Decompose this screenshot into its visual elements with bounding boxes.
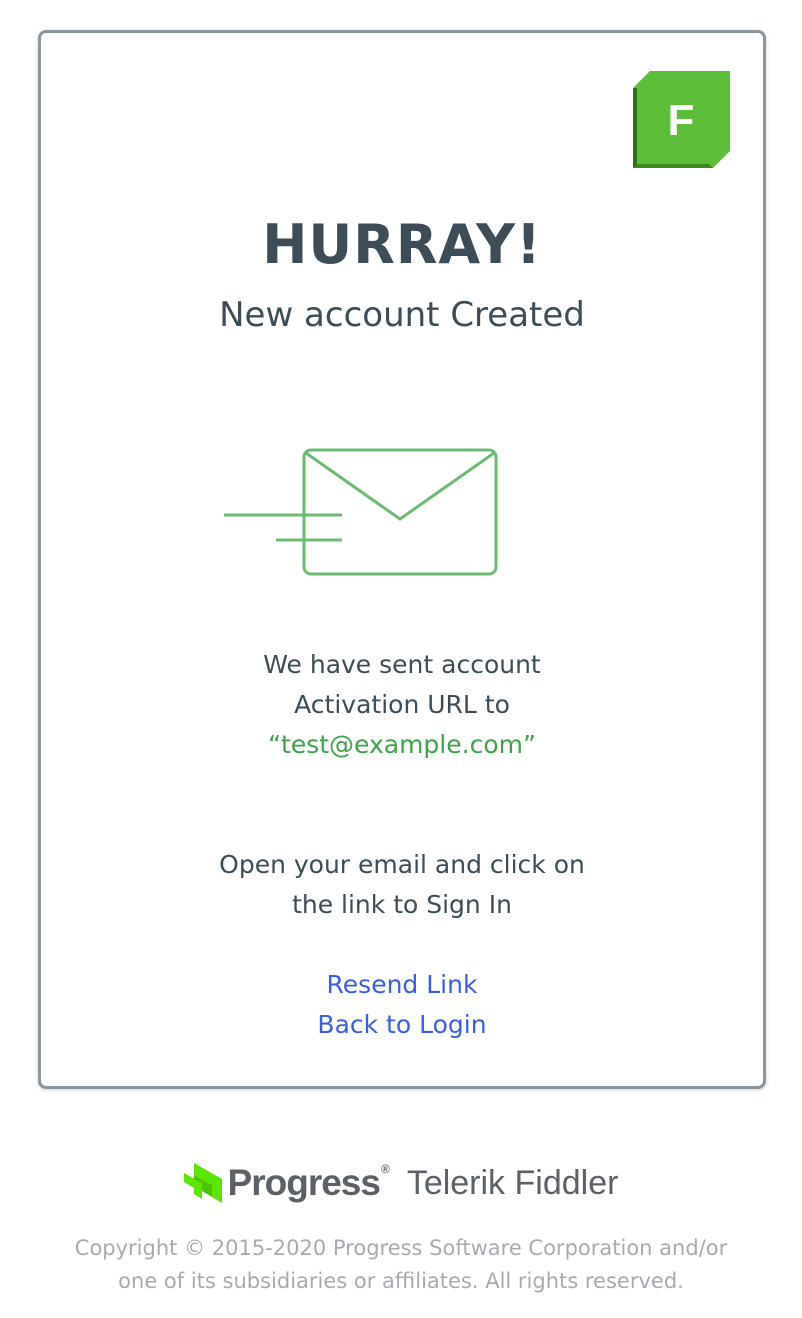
- product-name: Telerik Fiddler: [406, 1163, 619, 1202]
- confirmation-card: F HURRAY! New account Created We have se…: [38, 30, 766, 1089]
- company-name: Progress: [227, 1162, 381, 1203]
- footer-brand: Progress® Telerik Fiddler: [0, 1158, 802, 1208]
- action-links: Resend Link Back to Login: [41, 965, 763, 1045]
- recipient-email: “test@example.com”: [268, 730, 536, 759]
- copyright-line-1: Copyright © 2015-2020 Progress Software …: [74, 1236, 728, 1260]
- registered-mark: ®: [380, 1162, 390, 1176]
- page-title: HURRAY!: [262, 213, 542, 276]
- fiddler-logo-letter: F: [668, 96, 695, 145]
- envelope-sent-icon: [224, 448, 498, 576]
- message-line-2: Activation URL to: [294, 690, 510, 719]
- activation-sent-message: We have sent account Activation URL to “…: [41, 645, 763, 765]
- instructions-line-1: Open your email and click on: [219, 850, 585, 879]
- page-subtitle: New account Created: [219, 295, 585, 335]
- progress-logo: Progress®: [183, 1162, 390, 1204]
- progress-chevron-icon: [183, 1163, 222, 1203]
- progress-wordmark: Progress®: [227, 1162, 390, 1204]
- resend-link[interactable]: Resend Link: [41, 965, 763, 1005]
- sign-in-instructions: Open your email and click on the link to…: [41, 845, 763, 925]
- fiddler-f-icon: F: [633, 71, 730, 168]
- message-line-1: We have sent account: [263, 650, 541, 679]
- copyright-line-2: one of its subsidiaries or affiliates. A…: [118, 1269, 684, 1293]
- copyright-notice: Copyright © 2015-2020 Progress Software …: [0, 1232, 802, 1298]
- instructions-line-2: the link to Sign In: [292, 890, 512, 919]
- back-to-login-link[interactable]: Back to Login: [41, 1005, 763, 1045]
